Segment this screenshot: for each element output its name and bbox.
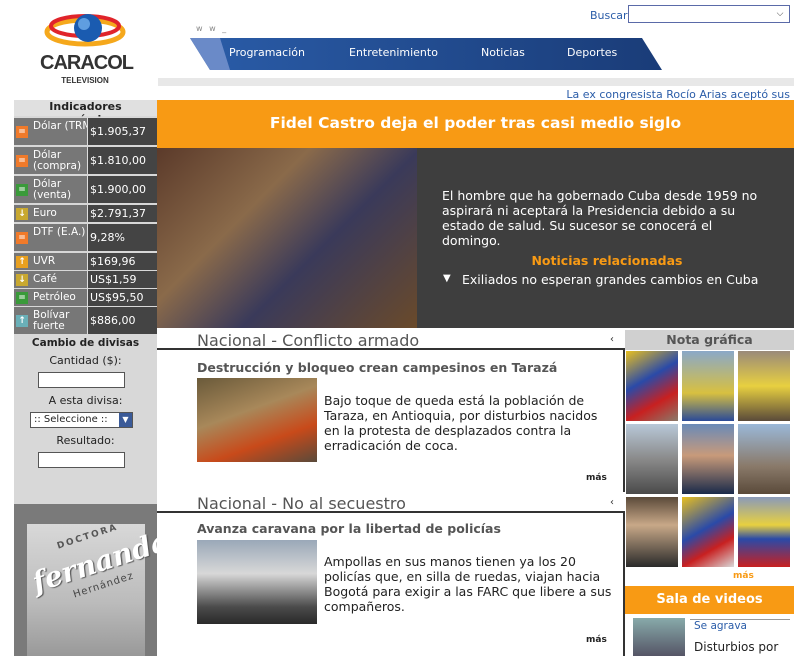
- indicator-value: US$1,59: [87, 271, 157, 288]
- more-link[interactable]: más: [586, 635, 607, 645]
- photo-thumb[interactable]: [682, 424, 734, 494]
- result-output: [38, 452, 125, 468]
- indicator-value: 9,28%: [87, 224, 157, 251]
- logo-area[interactable]: CARACOL TELEVISION: [0, 0, 158, 100]
- photo-thumb[interactable]: [626, 424, 678, 494]
- search-label: Buscar: [590, 9, 628, 22]
- equal-icon: =: [16, 232, 28, 244]
- header-divider: [158, 78, 794, 86]
- logo-text: CARACOL: [40, 52, 134, 74]
- indicator-value: $169,96: [87, 253, 157, 270]
- nav-entretenimiento[interactable]: Entretenimiento: [349, 46, 438, 59]
- feature-title[interactable]: Fidel Castro deja el poder tras casi med…: [157, 114, 794, 132]
- equal-icon: =: [16, 184, 28, 196]
- photo-thumb[interactable]: [682, 497, 734, 567]
- bullet-icon: ▼: [443, 273, 451, 284]
- indicator-row: = Dólar (venta) $1.900,00: [14, 175, 157, 203]
- photo-thumb[interactable]: [738, 424, 790, 494]
- indicator-row: ↑ UVR $169,96: [14, 252, 157, 270]
- equal-icon: =: [16, 126, 28, 138]
- search-dropdown-icon[interactable]: ⌵: [774, 8, 786, 20]
- converter-title: Cambio de divisas: [31, 337, 140, 349]
- more-link[interactable]: más: [586, 473, 607, 483]
- indicator-row: = DTF (E.A.) 9,28%: [14, 223, 157, 251]
- feature-photo[interactable]: [157, 148, 417, 328]
- arrow-up-icon: ↑: [16, 256, 28, 268]
- search-input[interactable]: [628, 5, 790, 23]
- story-title[interactable]: Avanza caravana por la libertad de polic…: [197, 521, 501, 536]
- indicator-row: ↑ Bolívar fuerte $886,00: [14, 306, 157, 334]
- nav-noticias[interactable]: Noticias: [481, 46, 525, 59]
- indicators-title: Indicadores económicos: [14, 100, 157, 126]
- section-title[interactable]: Nacional - Conflicto armado: [197, 331, 419, 350]
- indicator-value: $886,00: [87, 307, 157, 334]
- share-icon[interactable]: ‹: [610, 334, 614, 345]
- www-label: w w _: [196, 24, 229, 33]
- story-text: Ampollas en sus manos tienen ya los 20 p…: [324, 554, 612, 614]
- arrow-down-icon: ↓: [16, 208, 28, 220]
- indicator-row: ↓ Euro $2.791,37: [14, 204, 157, 222]
- story-photo[interactable]: [197, 378, 317, 462]
- arrow-down-icon: ↓: [16, 274, 28, 286]
- arrow-up-icon: ↑: [16, 315, 28, 327]
- indicator-value: $1.905,37: [87, 118, 157, 145]
- video-thumbnail[interactable]: [633, 618, 685, 656]
- indicator-value: $2.791,37: [87, 205, 157, 222]
- photo-thumb[interactable]: [626, 351, 678, 421]
- video-room-title[interactable]: Sala de videos: [625, 592, 794, 607]
- story-title[interactable]: Destrucción y bloqueo crean campesinos e…: [197, 360, 557, 375]
- photo-thumb[interactable]: [738, 497, 790, 567]
- amount-input[interactable]: [38, 372, 125, 388]
- nota-grafica-title[interactable]: Nota gráfica: [625, 332, 794, 347]
- currency-select-value: :: Seleccione ::: [34, 414, 108, 425]
- indicator-row: ↓ Café US$1,59: [14, 270, 157, 288]
- target-currency-label: A esta divisa:: [48, 394, 123, 407]
- indicator-row: = Dólar (compra) $1.810,00: [14, 146, 157, 174]
- feature-description: El hombre que ha gobernado Cuba desde 19…: [442, 188, 758, 248]
- indicator-row: = Dólar (TRM) $1.905,37: [14, 117, 157, 145]
- nav-programacion[interactable]: Programación: [229, 46, 305, 59]
- photo-thumb[interactable]: [682, 351, 734, 421]
- caracol-logo-icon: [44, 14, 126, 47]
- chevron-down-icon: ▼: [119, 413, 132, 427]
- related-news-link[interactable]: Exiliados no esperan grandes cambios en …: [462, 272, 758, 287]
- result-label: Resultado:: [56, 434, 115, 447]
- story-text: Bajo toque de queda está la población de…: [324, 393, 598, 453]
- related-news-title: Noticias relacionadas: [531, 253, 683, 268]
- equal-icon: =: [16, 292, 28, 304]
- currency-select[interactable]: :: Seleccione :: ▼: [30, 412, 133, 428]
- story-photo[interactable]: [197, 540, 317, 624]
- video-tag[interactable]: Se agrava: [690, 619, 790, 633]
- photo-thumb[interactable]: [626, 497, 678, 567]
- nav-deportes[interactable]: Deportes: [567, 46, 617, 59]
- video-caption[interactable]: Disturbios por: [694, 640, 790, 654]
- amount-label: Cantidad ($):: [49, 354, 122, 367]
- share-icon[interactable]: ‹: [610, 497, 614, 508]
- indicator-value: US$95,50: [87, 289, 157, 306]
- indicator-value: $1.900,00: [87, 176, 157, 203]
- more-link[interactable]: más: [733, 571, 754, 581]
- indicator-value: $1.810,00: [87, 147, 157, 174]
- photo-thumb[interactable]: [738, 351, 790, 421]
- indicator-row: = Petróleo US$95,50: [14, 288, 157, 306]
- logo-subtitle: TELEVISION: [61, 76, 109, 85]
- section-title[interactable]: Nacional - No al secuestro: [197, 494, 406, 513]
- equal-icon: =: [16, 155, 28, 167]
